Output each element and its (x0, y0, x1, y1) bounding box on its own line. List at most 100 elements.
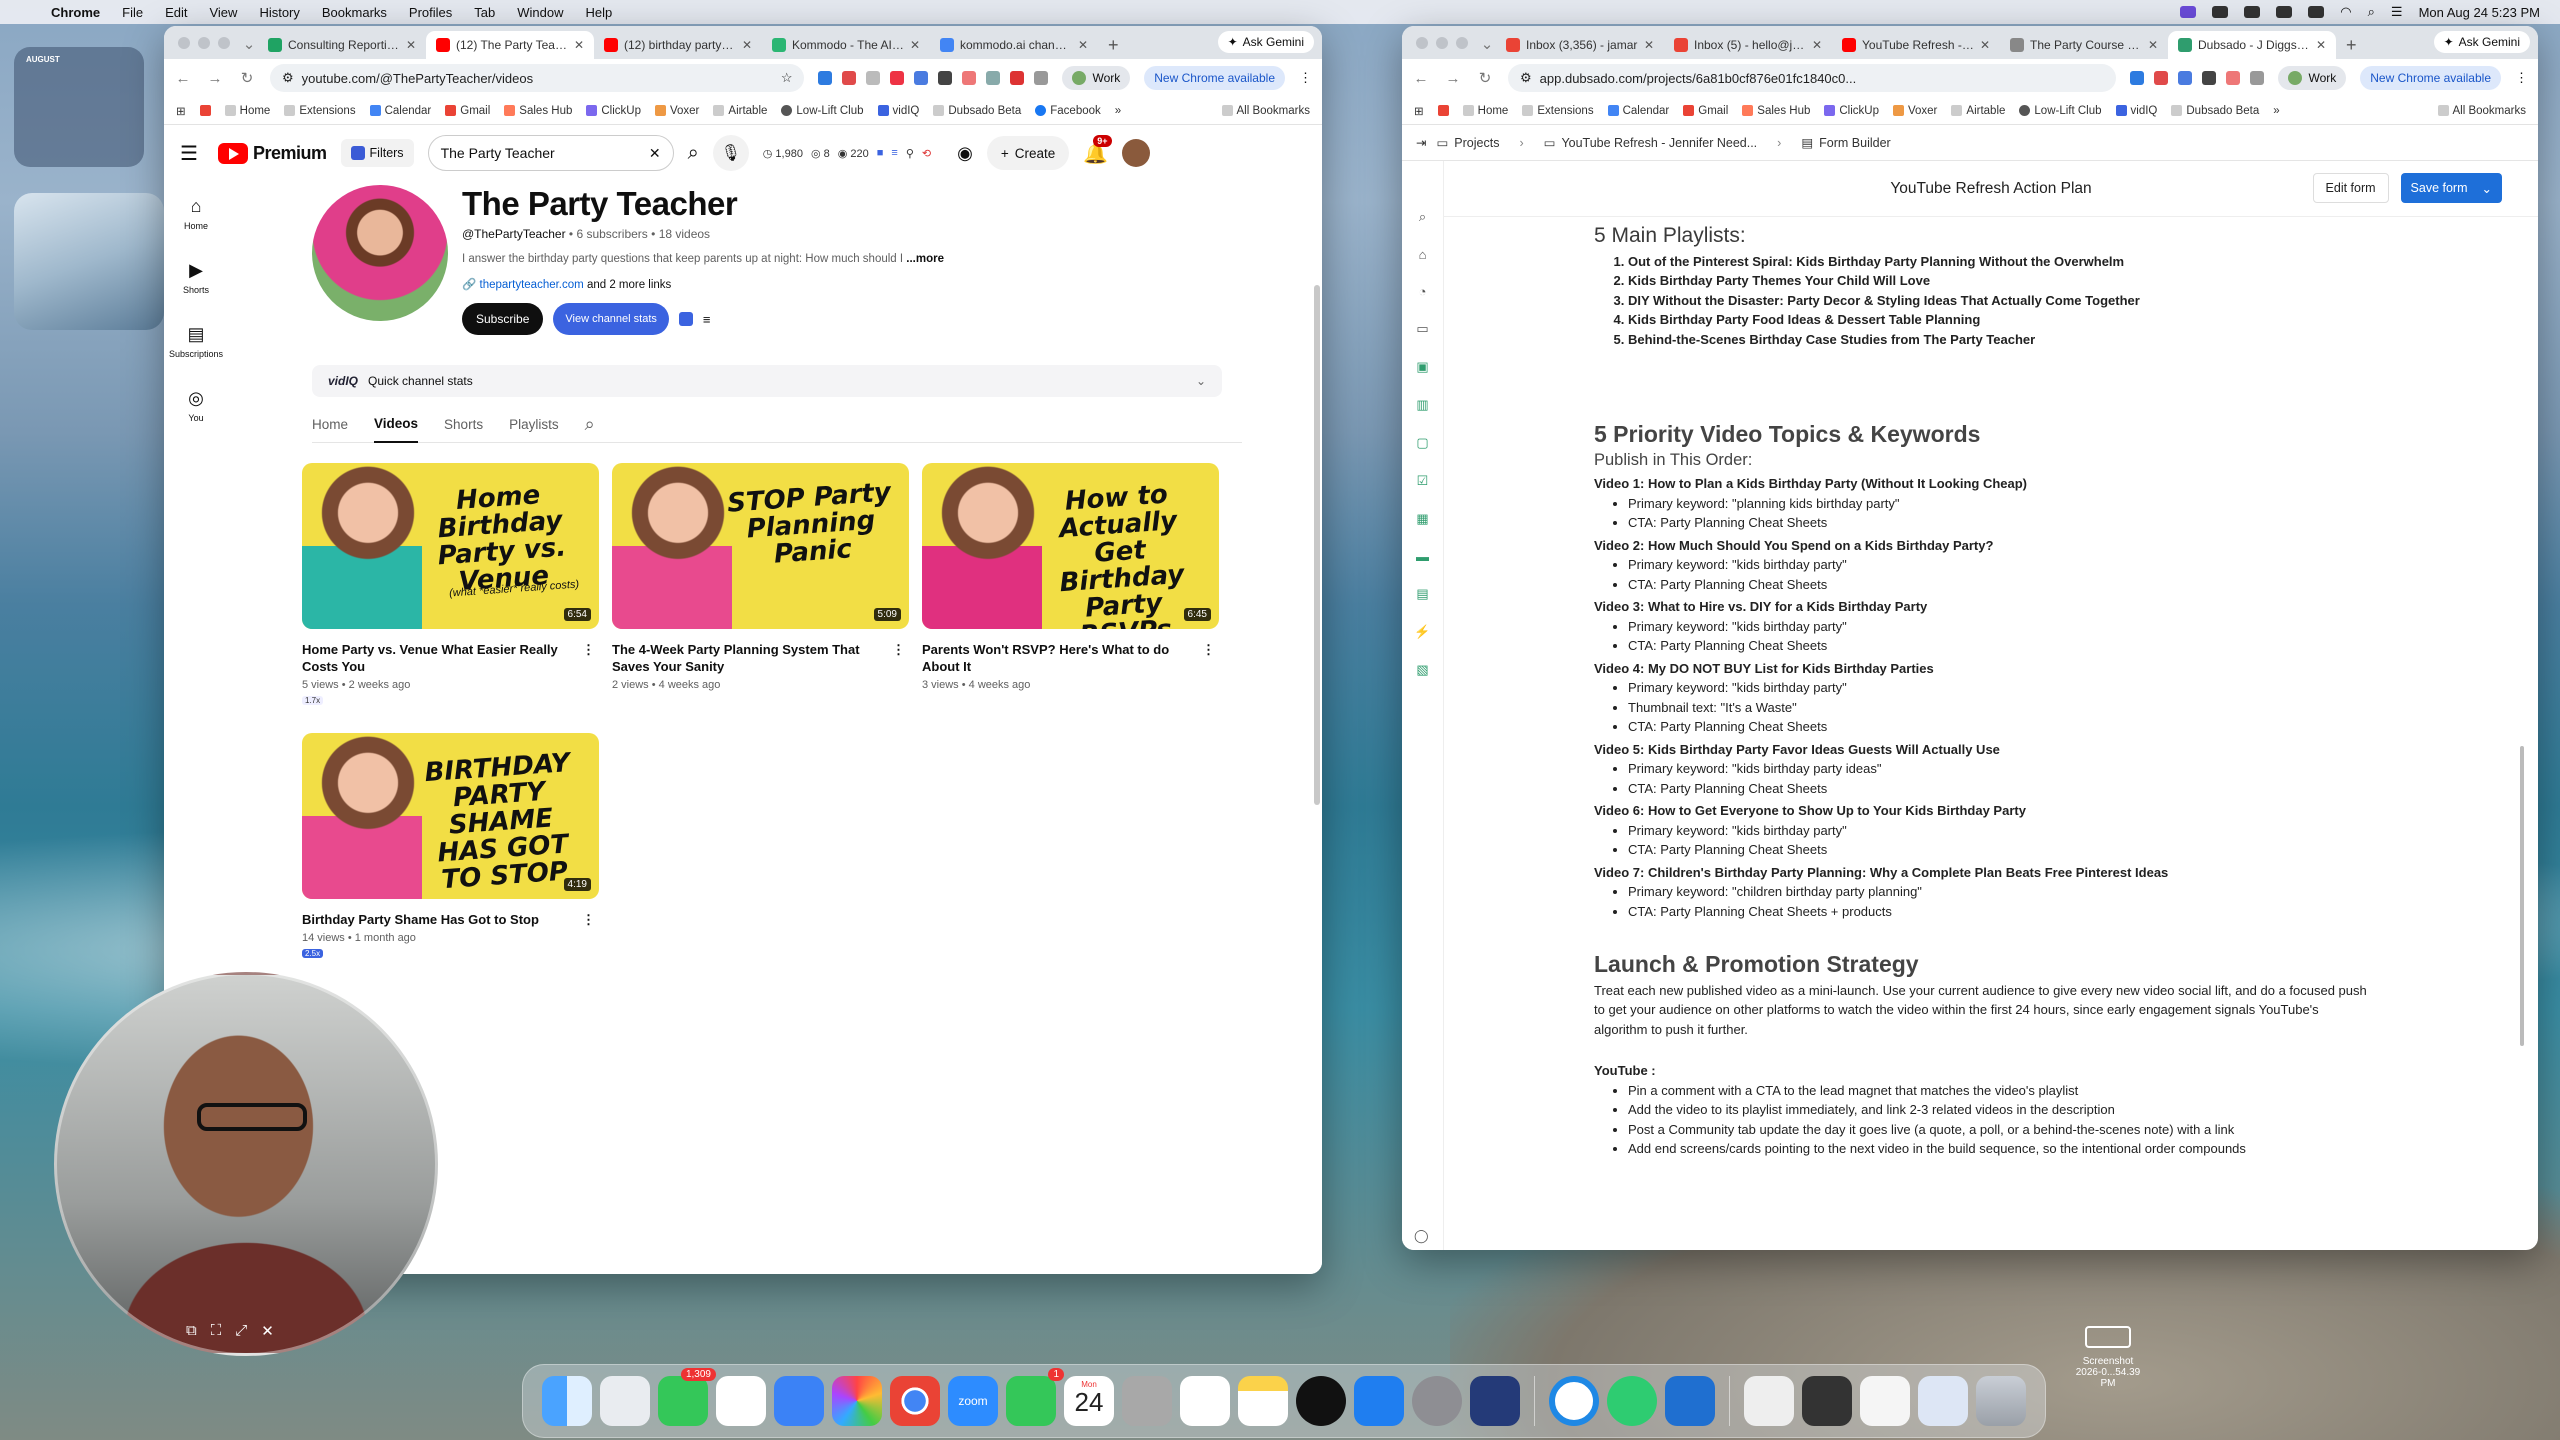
sidebar-item-shorts[interactable]: ▶ Shorts (164, 245, 228, 309)
breadcrumb-projects[interactable]: ▭ Projects (1436, 135, 1499, 151)
document-app-icon[interactable] (1470, 1376, 1520, 1426)
image-stack-icon[interactable] (1918, 1376, 1968, 1426)
screenshot-icon[interactable]: ⛶ (211, 1322, 222, 1340)
status-icon[interactable] (2276, 6, 2293, 18)
close-tab-icon[interactable]: ✕ (2148, 38, 2158, 52)
close-tab-icon[interactable]: ✕ (1812, 38, 1822, 52)
reload-button[interactable]: ↻ (238, 69, 256, 87)
notifications-bell-icon[interactable]: 🔔 9+ (1083, 134, 1112, 166)
extension-icon[interactable] (962, 71, 977, 85)
system-settings-icon[interactable] (1412, 1376, 1462, 1426)
bookmark-item[interactable]: Low-Lift Club (2019, 105, 2102, 117)
subscribe-button[interactable]: Subscribe (462, 303, 544, 335)
video-card[interactable]: How to Actually Get Birthday Party RSVPs… (922, 463, 1219, 691)
calendar-widget[interactable]: AUGUST SMTWTFS12345678910111213141516171… (14, 47, 1049, 461)
calendar-icon[interactable]: ▦ (1416, 511, 1428, 527)
minimize-window-button[interactable] (198, 36, 210, 49)
photos-icon[interactable] (832, 1376, 882, 1426)
bookmark-item[interactable]: Sales Hub (504, 105, 572, 117)
close-tab-icon[interactable]: ✕ (742, 38, 752, 52)
bookmark-item[interactable]: Facebook (1035, 105, 1101, 117)
tab-search-icon[interactable]: ⌄ (240, 31, 258, 59)
voice-search-icon[interactable]: 🎙 (712, 135, 749, 171)
maps-icon[interactable] (774, 1376, 824, 1426)
eye-icon[interactable]: ◉ (957, 143, 973, 164)
bookmark-item[interactable]: Voxer (1892, 105, 1937, 117)
extension-icon[interactable] (2178, 71, 2193, 85)
settings-gear-app-icon[interactable] (1665, 1376, 1715, 1426)
more-options-icon[interactable]: ⋮ (582, 911, 595, 928)
vidiq-tool-icon[interactable]: ≡ (891, 147, 897, 159)
ask-gemini-button[interactable]: ✦ Ask Gemini (1217, 31, 1314, 53)
green-app-icon[interactable] (1607, 1376, 1657, 1426)
extension-icon[interactable] (2130, 71, 2145, 85)
close-tab-icon[interactable]: ✕ (1644, 38, 1654, 52)
menu-tab[interactable]: Tab (463, 5, 506, 20)
home-icon[interactable]: ⌂ (1419, 247, 1427, 262)
browser-tab-active[interactable]: (12) The Party Teacher ✕ (426, 31, 594, 59)
workflow-icon[interactable]: ⚡ (1414, 624, 1430, 640)
chart-icon[interactable]: ▥ (1416, 397, 1428, 413)
youtube-logo[interactable]: Premium (218, 142, 327, 164)
bookmark-star-icon[interactable]: ☆ (781, 70, 793, 86)
sidebar-item-subscriptions[interactable]: ▤ Subscriptions (164, 309, 228, 373)
bell-icon[interactable]: ◔ (1419, 284, 1427, 299)
bookmark-item[interactable]: Extensions (284, 105, 356, 117)
bookmark-item[interactable]: Airtable (1951, 105, 2005, 117)
menu-profiles[interactable]: Profiles (398, 5, 463, 20)
search-button-icon[interactable]: ⌕ (688, 142, 699, 165)
create-button[interactable]: + Create (986, 136, 1070, 170)
chrome-icon[interactable] (890, 1376, 940, 1426)
browser-tab[interactable]: Inbox (5) - hello@jdig ✕ (1664, 31, 1832, 59)
channel-avatar[interactable] (312, 185, 448, 321)
puzzle-icon[interactable] (1034, 71, 1049, 85)
extension-icon[interactable] (938, 71, 953, 85)
sidebar-item-you[interactable]: ◎ You (164, 373, 228, 437)
close-tab-icon[interactable]: ✕ (910, 38, 920, 52)
video-thumbnail[interactable]: How to Actually Get Birthday Party RSVPs… (922, 463, 1219, 629)
bookmark-item[interactable]: Calendar (1607, 105, 1669, 117)
tasks-icon[interactable]: ☑ (1417, 473, 1429, 489)
video-title[interactable]: The 4-Week Party Planning System That Sa… (612, 641, 909, 675)
video-thumbnail[interactable]: Home Birthday Party vs. Venue (what *easi… (302, 463, 599, 629)
profile-button[interactable]: Work (2278, 66, 2347, 90)
search-icon[interactable]: ⌕ (1419, 209, 1426, 225)
channel-search-icon[interactable]: ⌕ (585, 414, 595, 435)
page-scrollbar[interactable] (1314, 285, 1320, 805)
search-icon[interactable]: ⌕ (2368, 4, 2375, 20)
address-bar[interactable]: ⚙ youtube.com/@ThePartyTeacher/videos ☆ (270, 64, 805, 92)
calendar-app-icon[interactable]: Mon 24 (1064, 1376, 1114, 1426)
chevron-down-icon[interactable]: ⌄ (1196, 374, 1206, 388)
control-center-icon[interactable]: ☰ (2391, 4, 2403, 20)
bookmarks-overflow-icon[interactable]: » (2273, 105, 2279, 117)
menu-help[interactable]: Help (575, 5, 624, 20)
site-info-icon[interactable]: ⚙ (1520, 70, 1532, 86)
clear-search-icon[interactable]: ✕ (649, 145, 661, 162)
channel-website-link[interactable]: thepartyteacher.com (480, 279, 584, 291)
messages-icon[interactable]: 1,309 (658, 1368, 716, 1426)
bookmark-item[interactable]: ClickUp (1824, 105, 1879, 117)
screenshot-file[interactable]: Screenshot 2026-0...54.39 PM (2068, 1326, 2148, 1389)
bookmark-item[interactable]: Dubsado Beta (933, 105, 1021, 117)
bookmark-item[interactable]: vidIQ (2115, 105, 2157, 117)
site-info-icon[interactable]: ⚙ (282, 70, 294, 86)
video-thumbnail[interactable]: BIRTHDAY PARTY SHAME HAS GOT TO STOP 4:19 (302, 733, 599, 899)
status-icon[interactable] (2212, 6, 2229, 18)
more-options-icon[interactable]: ⋮ (1202, 641, 1215, 658)
video-card[interactable]: BIRTHDAY PARTY SHAME HAS GOT TO STOP 4:19… (302, 733, 599, 959)
video-title[interactable]: Home Party vs. Venue What Easier Really … (302, 641, 599, 675)
finder-icon[interactable] (542, 1376, 592, 1426)
extension-icon[interactable] (818, 71, 833, 85)
edit-form-button[interactable]: Edit form (2312, 173, 2389, 203)
chrome-menu-icon[interactable]: ⋮ (2515, 70, 2528, 86)
extension-icon[interactable] (2202, 71, 2217, 85)
close-window-button[interactable] (178, 36, 190, 49)
video-title[interactable]: Parents Won't RSVP? Here's What to do Ab… (922, 641, 1219, 675)
document-stack-icon[interactable] (1860, 1376, 1910, 1426)
bookmark-item[interactable]: ClickUp (586, 105, 641, 117)
close-icon[interactable]: ✕ (261, 1322, 274, 1340)
browser-tab[interactable]: Kommodo - The AI Scr ✕ (762, 31, 930, 59)
bookmark-item[interactable]: Home (224, 105, 270, 117)
browser-tab[interactable]: Inbox (3,356) - jamar ✕ (1496, 31, 1664, 59)
webcam-bubble[interactable] (54, 972, 438, 1356)
